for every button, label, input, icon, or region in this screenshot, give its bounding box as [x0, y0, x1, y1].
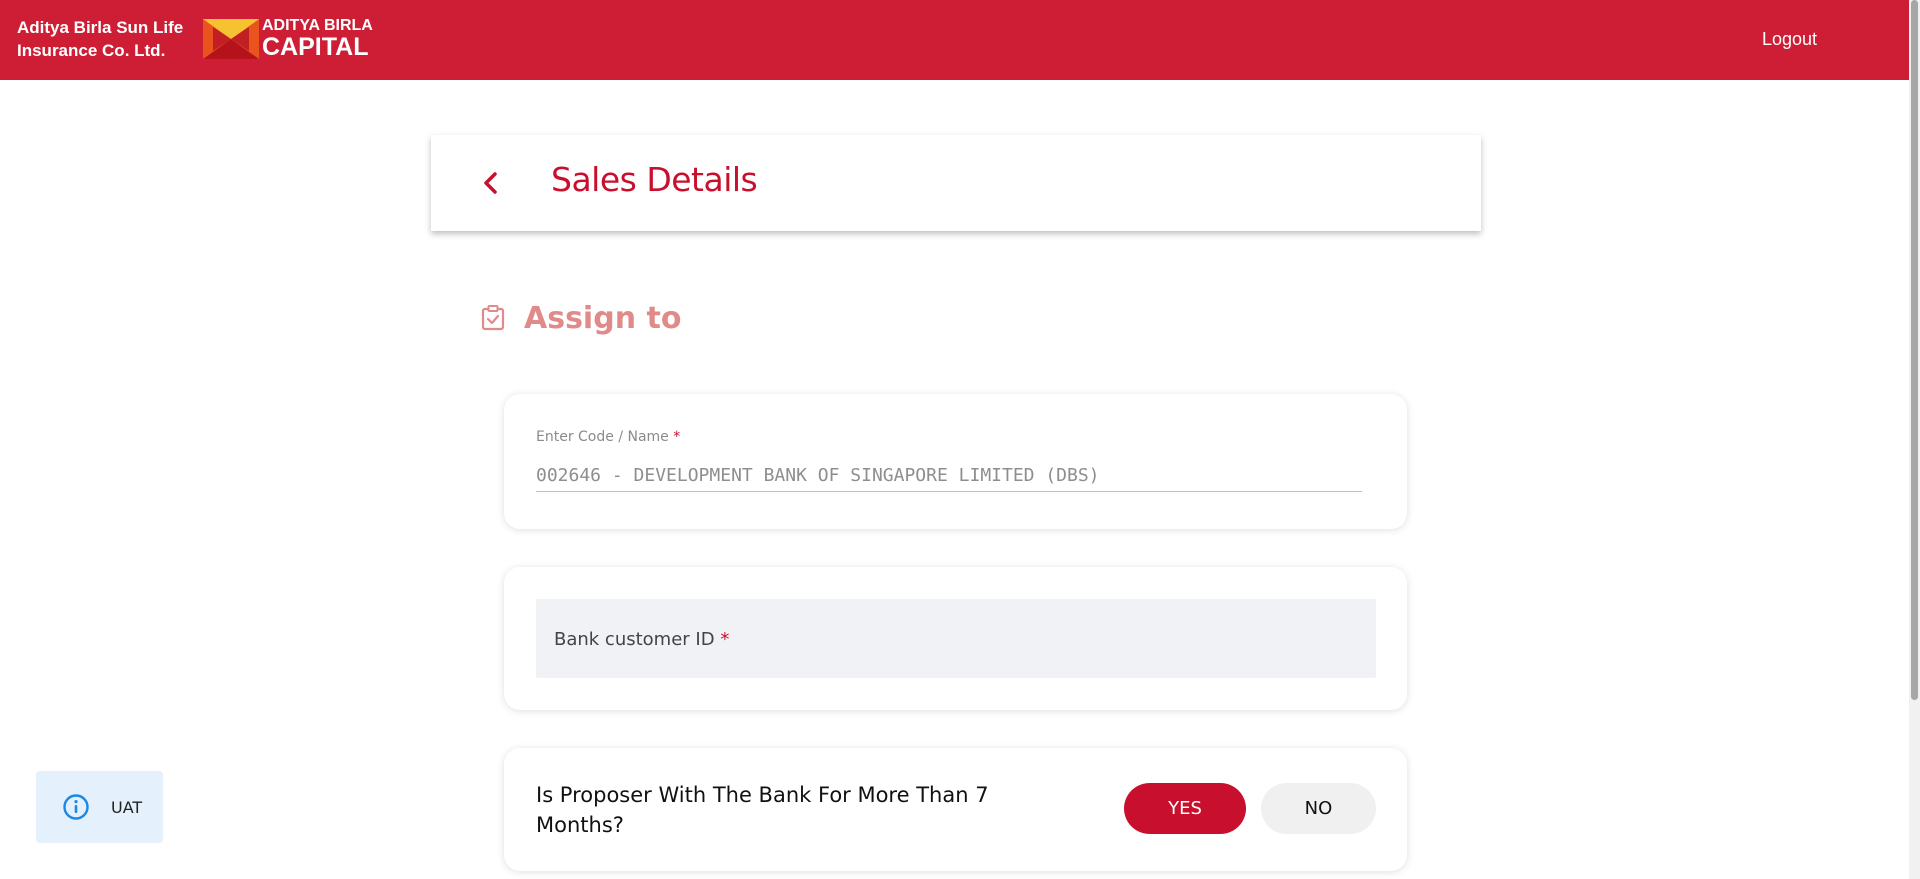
- bank-customer-id-label: Bank customer ID *: [554, 629, 729, 650]
- bank-customer-id-card: Bank customer ID *: [504, 567, 1407, 710]
- no-button[interactable]: NO: [1261, 783, 1376, 834]
- brand-line-2: Insurance Co. Ltd.: [17, 41, 166, 60]
- logout-button[interactable]: Logout: [1762, 29, 1817, 50]
- environment-label: UAT: [111, 798, 143, 817]
- logo-line-2: CAPITAL: [262, 33, 369, 61]
- proposer-question-card: Is Proposer With The Bank For More Than …: [504, 748, 1407, 871]
- sales-details-card: Sales Details: [431, 135, 1481, 231]
- aditya-birla-logo-icon: [203, 19, 259, 59]
- scrollbar-thumb[interactable]: [1911, 0, 1918, 700]
- logo-line-1: ADITYA BIRLA: [262, 17, 373, 34]
- logo-wordmark: ADITYA BIRLA CAPITAL: [262, 18, 373, 60]
- brand-name: Aditya Birla Sun Life Insurance Co. Ltd.: [17, 16, 183, 62]
- code-name-input[interactable]: [536, 459, 1362, 492]
- environment-badge[interactable]: UAT: [36, 771, 163, 843]
- back-button[interactable]: [471, 163, 511, 203]
- required-mark: *: [720, 629, 730, 650]
- code-name-label: Enter Code / Name *: [536, 429, 680, 445]
- clipboard-check-icon: [481, 305, 505, 331]
- vertical-scrollbar[interactable]: [1909, 0, 1920, 879]
- code-name-card: Enter Code / Name *: [504, 394, 1407, 529]
- section-title-assign-to: Assign to: [524, 301, 682, 336]
- proposer-question-text: Is Proposer With The Bank For More Than …: [536, 783, 989, 837]
- chevron-left-icon: [484, 172, 497, 194]
- brand-line-1: Aditya Birla Sun Life: [17, 18, 184, 37]
- bank-customer-id-label-text: Bank customer ID: [554, 629, 715, 650]
- yes-button[interactable]: YES: [1124, 783, 1246, 834]
- page-title: Sales Details: [551, 160, 758, 199]
- info-icon: [63, 794, 89, 820]
- bank-customer-id-input[interactable]: Bank customer ID *: [536, 599, 1376, 678]
- code-name-label-text: Enter Code / Name: [536, 429, 669, 445]
- required-mark: *: [673, 429, 681, 445]
- top-header: Aditya Birla Sun Life Insurance Co. Ltd.…: [0, 0, 1909, 80]
- page: Aditya Birla Sun Life Insurance Co. Ltd.…: [0, 0, 1920, 879]
